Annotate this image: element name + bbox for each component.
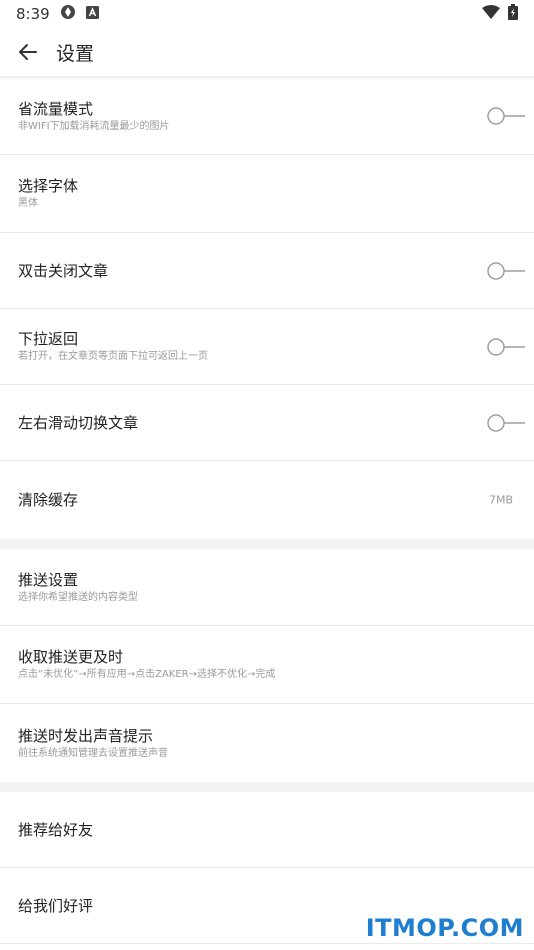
setting-description: 黑体	[18, 198, 38, 209]
cache-size-value: 7MB	[488, 493, 513, 507]
setting-push[interactable]: 推送设置 选择你希望推送的内容类型	[0, 549, 534, 626]
setting-description: 非WIFI下加载消耗流量最少的图片	[18, 120, 170, 132]
app-notification-icon	[60, 4, 76, 24]
setting-label: 下拉返回	[18, 330, 79, 348]
setting-label: 省流量模式	[18, 99, 94, 118]
setting-label: 推送时发出声音提示	[18, 726, 154, 745]
arrow-back-icon	[19, 44, 37, 60]
setting-label: 推荐给好友	[18, 820, 94, 839]
section-divider	[0, 782, 534, 792]
setting-label: 左右滑动切换文章	[18, 413, 139, 432]
setting-label: 清除缓存	[18, 491, 79, 509]
app-bar: 设置	[0, 28, 534, 76]
section-divider	[0, 539, 534, 549]
setting-clear-cache[interactable]: 清除缓存 7MB	[0, 461, 534, 539]
swipe-switch-toggle[interactable]	[486, 413, 526, 433]
status-bar: 8:39	[0, 0, 534, 28]
setting-label: 双击关闭文章	[18, 261, 109, 280]
wifi-icon	[482, 5, 500, 23]
setting-recommend[interactable]: 推荐给好友	[0, 792, 534, 868]
setting-label: 收取推送更及时	[18, 648, 124, 666]
watermark: ITMOP.COM	[365, 914, 524, 942]
setting-label: 推送设置	[18, 570, 79, 589]
setting-push-sound[interactable]: 推送时发出声音提示 前往系统通知管理去设置推送声音	[0, 704, 534, 782]
pull-back-toggle[interactable]	[486, 337, 526, 357]
setting-description: 点击“未优化”→所有应用→点击ZAKER→选择不优化→完成	[18, 669, 276, 680]
setting-pull-back[interactable]: 下拉返回 若打开，在文章页等页面下拉可返回上一页	[0, 309, 534, 385]
setting-label: 给我们好评	[18, 896, 94, 915]
setting-push-timely[interactable]: 收取推送更及时 点击“未优化”→所有应用→点击ZAKER→选择不优化→完成	[0, 626, 534, 704]
page-title: 设置	[56, 42, 95, 65]
setting-description: 选择你希望推送的内容类型	[18, 591, 138, 603]
save-data-toggle[interactable]	[486, 106, 526, 126]
setting-description: 若打开，在文章页等页面下拉可返回上一页	[18, 351, 208, 362]
status-time: 8:39	[16, 5, 50, 23]
double-tap-close-toggle[interactable]	[486, 261, 526, 281]
setting-double-tap-close[interactable]: 双击关闭文章	[0, 233, 534, 309]
battery-icon	[508, 4, 518, 24]
setting-label: 选择字体	[18, 177, 79, 195]
back-button[interactable]	[16, 40, 40, 64]
settings-list: 省流量模式 非WIFI下加载消耗流量最少的图片 选择字体 黑体 双击关闭文章 下…	[0, 78, 534, 944]
setting-description: 前往系统通知管理去设置推送声音	[18, 747, 168, 759]
setting-save-data[interactable]: 省流量模式 非WIFI下加载消耗流量最少的图片	[0, 78, 534, 155]
setting-swipe-switch[interactable]: 左右滑动切换文章	[0, 385, 534, 461]
a-notification-icon	[85, 5, 99, 23]
setting-font[interactable]: 选择字体 黑体	[0, 155, 534, 233]
